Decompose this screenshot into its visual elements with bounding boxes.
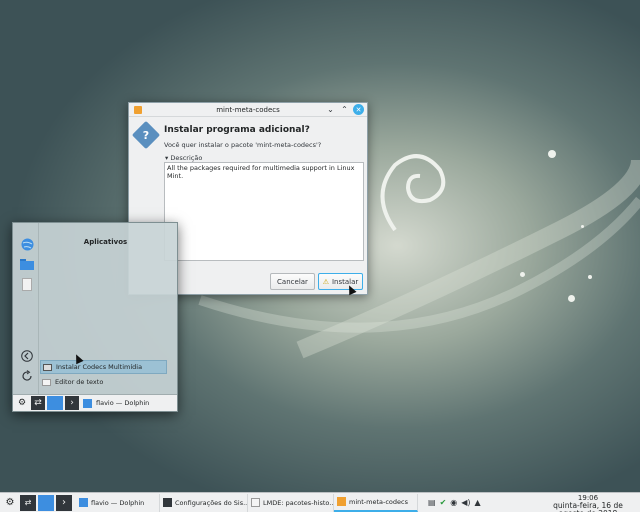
- console-icon[interactable]: ›: [56, 494, 72, 511]
- wallpaper-dot: [520, 272, 525, 277]
- description-label: Descrição: [170, 154, 203, 162]
- text-editor-icon: [42, 378, 51, 386]
- install-button[interactable]: ⚠ Instalar: [318, 273, 363, 290]
- package-icon: [43, 363, 52, 371]
- description-textbox[interactable]: All the packages required for multimedia…: [164, 162, 364, 261]
- kde-logo-icon[interactable]: ⚙: [15, 396, 29, 410]
- volume-icon[interactable]: ◀): [461, 498, 470, 507]
- package-icon: [134, 106, 142, 114]
- launcher-title: Aplicativos: [83, 238, 128, 246]
- folder-icon[interactable]: [38, 494, 54, 511]
- globe-icon[interactable]: [20, 237, 34, 251]
- cancel-button[interactable]: Cancelar: [270, 273, 315, 290]
- task-settings[interactable]: Configurações do Sis...: [160, 493, 248, 512]
- dialog-subtext: Você quer instalar o pacote 'mint-meta-c…: [164, 141, 322, 149]
- task-label: mint-meta-codecs: [349, 497, 408, 506]
- task-label: LMDE: pacotes-histo...: [263, 498, 334, 507]
- chevron-up-icon[interactable]: ⌃: [339, 104, 350, 115]
- launcher-taskbar: ⚙ ⇄ › flavio — Dolphin: [13, 394, 177, 411]
- folder-icon: [79, 498, 88, 507]
- document-icon[interactable]: [20, 277, 34, 291]
- close-icon[interactable]: ✕: [353, 104, 364, 115]
- task-lmde[interactable]: LMDE: pacotes-histo...: [248, 493, 334, 512]
- dialog-title: mint-meta-codecs: [216, 105, 280, 114]
- launcher-item-label: Editor de texto: [55, 378, 104, 386]
- task-dolphin[interactable]: flavio — Dolphin: [76, 493, 160, 512]
- updates-icon[interactable]: ◉: [450, 498, 457, 507]
- launcher-taskbar-task[interactable]: flavio — Dolphin: [83, 398, 150, 408]
- cancel-label: Cancelar: [277, 277, 308, 286]
- clipboard-icon[interactable]: ▤: [428, 498, 436, 507]
- warning-icon: ⚠: [322, 277, 329, 286]
- launcher-item-text-editor[interactable]: Editor de texto: [40, 375, 167, 389]
- bottom-panel: ⚙ ⇄ › flavio — Dolphin Configurações do …: [0, 492, 640, 512]
- terminal-icon[interactable]: ⇄: [31, 396, 45, 410]
- back-arrow-icon[interactable]: [20, 349, 34, 363]
- install-label: Instalar: [331, 277, 359, 286]
- wallpaper-dot: [548, 150, 556, 158]
- kde-logo-icon[interactable]: ⚙: [2, 495, 18, 511]
- terminal-icon[interactable]: ⇄: [20, 494, 36, 511]
- wallpaper-dot: [568, 295, 575, 302]
- package-icon: [337, 497, 346, 506]
- task-label: flavio — Dolphin: [91, 498, 145, 507]
- task-mint-meta-codecs[interactable]: mint-meta-codecs: [334, 493, 418, 512]
- application-launcher: Aplicativos Instalar Codecs Multimídia E…: [12, 222, 178, 412]
- chevron-down-icon[interactable]: ⌄: [325, 104, 336, 115]
- clock-date: quinta-feira, 16 de agosto de 2018: [553, 501, 623, 512]
- folder-icon[interactable]: [47, 396, 63, 410]
- question-mark: ?: [142, 128, 150, 142]
- system-tray: ▤ ✔ ◉ ◀) ▲: [428, 498, 481, 507]
- console-icon[interactable]: ›: [65, 396, 79, 410]
- triangle-down-icon: ▾: [165, 154, 169, 162]
- task-label: flavio — Dolphin: [96, 399, 150, 407]
- document-icon: [251, 498, 260, 507]
- launcher-item-label: Instalar Codecs Multimídia: [56, 363, 143, 371]
- launcher-item-codecs[interactable]: Instalar Codecs Multimídia: [40, 360, 167, 374]
- folder-icon: [83, 398, 92, 408]
- refresh-icon[interactable]: [20, 369, 34, 383]
- task-label: Configurações do Sis...: [175, 498, 248, 507]
- dialog-heading: Instalar programa adicional?: [164, 125, 310, 135]
- folder-icon[interactable]: [20, 257, 34, 271]
- wallpaper-dot: [588, 275, 592, 279]
- settings-icon: [163, 498, 172, 507]
- clock[interactable]: 19:06 quinta-feira, 16 de agosto de 2018: [542, 494, 634, 512]
- dialog-titlebar[interactable]: mint-meta-codecs ⌄ ⌃ ✕: [129, 103, 367, 117]
- description-expander[interactable]: ▾ Descrição: [165, 154, 202, 162]
- launcher-sidebar: [13, 223, 39, 395]
- shield-icon[interactable]: ✔: [440, 498, 447, 507]
- wallpaper-dot: [581, 225, 584, 228]
- expand-tray-icon[interactable]: ▲: [475, 498, 481, 507]
